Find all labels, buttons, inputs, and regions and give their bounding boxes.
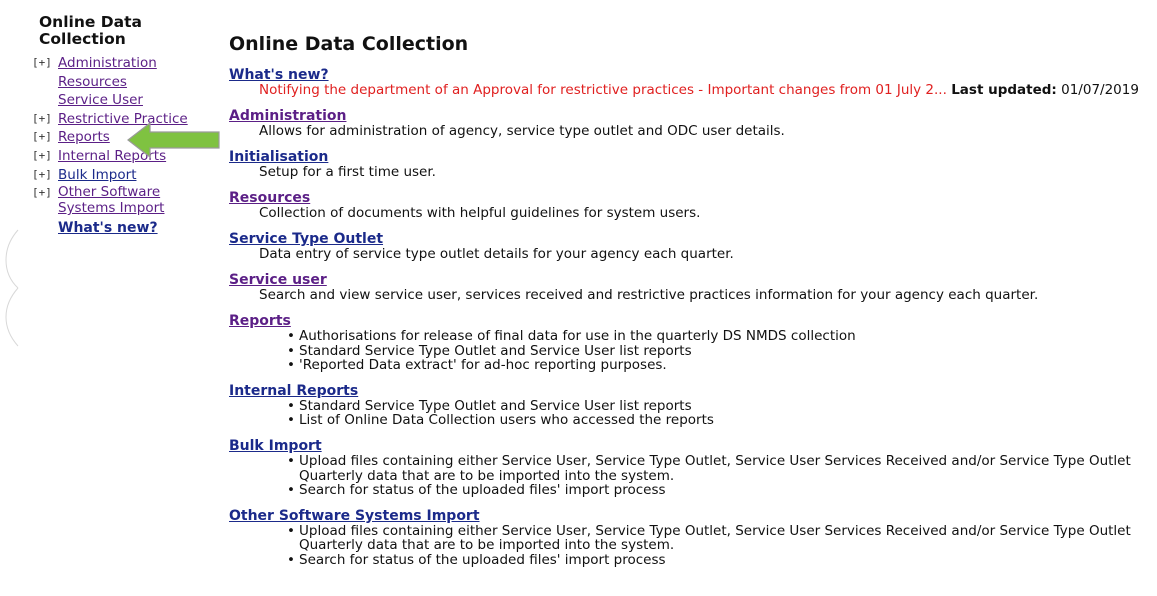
news-text[interactable]: Notifying the department of an Approval … xyxy=(259,82,947,98)
section-reports: Reports Authorisations for release of fi… xyxy=(229,313,1149,373)
section-initialisation: Initialisation Setup for a first time us… xyxy=(229,149,1149,180)
section-link-other-software-import[interactable]: Other Software Systems Import xyxy=(229,508,1149,524)
sidebar-link-other-software-import[interactable]: Other Software Systems Import xyxy=(58,184,188,216)
arrow-left-icon xyxy=(127,121,220,159)
list-item: Upload files containing either Service U… xyxy=(287,523,1149,553)
section-service-user: Service user Search and view service use… xyxy=(229,272,1149,303)
section-internal-reports: Internal Reports Standard Service Type O… xyxy=(229,383,1149,428)
list-item: Standard Service Type Outlet and Service… xyxy=(287,343,1149,359)
section-administration: Administration Allows for administration… xyxy=(229,108,1149,139)
list-item: Authorisations for release of final data… xyxy=(287,329,1149,344)
section-link-resources[interactable]: Resources xyxy=(229,190,1149,206)
sidebar-link-administration[interactable]: Administration xyxy=(58,54,157,72)
expand-toggle[interactable]: [+] xyxy=(32,184,52,202)
bullet-list: Authorisations for release of final data… xyxy=(229,329,1149,373)
expand-toggle[interactable]: [+] xyxy=(32,166,52,184)
section-whats-new: What's new? Notifying the department of … xyxy=(229,67,1149,98)
expand-toggle[interactable]: [+] xyxy=(32,110,52,128)
page-title: Online Data Collection xyxy=(229,33,469,55)
expand-toggle[interactable]: [+] xyxy=(32,147,52,165)
sidebar-link-whats-new[interactable]: What's new? xyxy=(58,219,158,237)
list-item: 'Reported Data extract' for ad-hoc repor… xyxy=(287,358,1149,373)
section-link-bulk-import[interactable]: Bulk Import xyxy=(229,438,1149,454)
sidebar-link-reports[interactable]: Reports xyxy=(58,128,110,146)
section-bulk-import: Bulk Import Upload files containing eith… xyxy=(229,438,1149,498)
sidebar-link-resources[interactable]: Resources xyxy=(58,73,127,91)
list-item: Search for status of the uploaded files'… xyxy=(287,483,1149,498)
section-description: Setup for a first time user. xyxy=(259,164,436,180)
section-link-initialisation[interactable]: Initialisation xyxy=(229,149,1149,165)
expand-toggle[interactable]: [+] xyxy=(32,128,52,146)
section-service-type-outlet: Service Type Outlet Data entry of servic… xyxy=(229,231,1149,262)
list-item: Upload files containing either Service U… xyxy=(287,454,1149,483)
expand-toggle[interactable]: [+] xyxy=(32,54,52,72)
section-description: Collection of documents with helpful gui… xyxy=(259,205,701,221)
last-updated-label: Last updated: xyxy=(951,82,1057,98)
section-link-reports[interactable]: Reports xyxy=(229,313,1149,329)
sidebar-item-service-user: Service User xyxy=(32,91,217,110)
news-item: Notifying the department of an Approval … xyxy=(259,83,1149,98)
section-link-whats-new[interactable]: What's new? xyxy=(229,67,1149,83)
list-item: Search for status of the uploaded files'… xyxy=(287,553,1149,568)
section-description: Allows for administration of agency, ser… xyxy=(259,123,785,139)
section-resources: Resources Collection of documents with h… xyxy=(229,190,1149,221)
sidebar-title: Online Data Collection xyxy=(39,13,142,48)
bullet-list: Standard Service Type Outlet and Service… xyxy=(229,399,1149,428)
last-updated-date: 01/07/2019 xyxy=(1061,82,1139,98)
sidebar-item-bulk-import: [+] Bulk Import xyxy=(32,166,217,185)
bullet-list: Upload files containing either Service U… xyxy=(229,454,1149,498)
section-link-service-type-outlet[interactable]: Service Type Outlet xyxy=(229,231,1149,247)
section-other-software-import: Other Software Systems Import Upload fil… xyxy=(229,508,1149,568)
sidebar-item-whats-new: What's new? xyxy=(32,219,217,238)
sidebar-item-other-software-import: [+] Other Software Systems Import xyxy=(32,184,217,219)
main-content: Online Data Collection What's new? Notif… xyxy=(229,33,1149,578)
list-item: List of Online Data Collection users who… xyxy=(287,413,1149,428)
section-description: Search and view service user, services r… xyxy=(259,287,1039,303)
sidebar-item-resources: Resources xyxy=(32,73,217,92)
list-item: Standard Service Type Outlet and Service… xyxy=(287,399,1149,414)
sidebar-item-administration: [+] Administration xyxy=(32,54,217,73)
section-link-service-user[interactable]: Service user xyxy=(229,272,1149,288)
sidebar-link-bulk-import[interactable]: Bulk Import xyxy=(58,166,136,184)
section-link-internal-reports[interactable]: Internal Reports xyxy=(229,383,1149,399)
edge-decoration xyxy=(5,229,19,347)
sidebar-link-service-user[interactable]: Service User xyxy=(58,91,143,109)
bullet-list: Upload files containing either Service U… xyxy=(229,523,1149,568)
section-description: Data entry of service type outlet detail… xyxy=(259,246,734,262)
section-link-administration[interactable]: Administration xyxy=(229,108,1149,124)
